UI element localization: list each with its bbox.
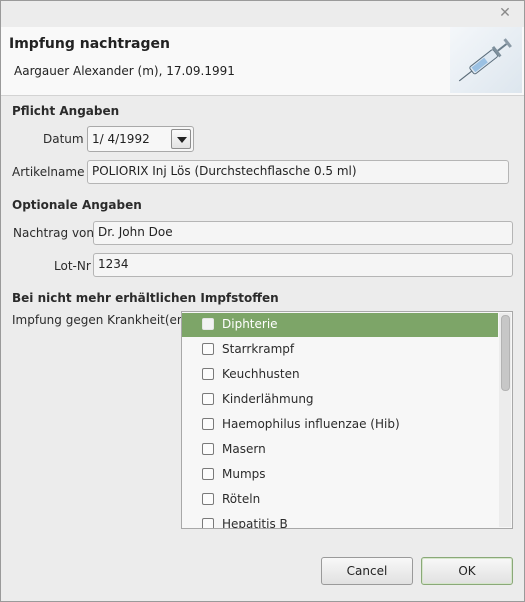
ok-button[interactable]: OK: [421, 557, 513, 585]
section-required-heading: Pflicht Angaben: [12, 104, 120, 118]
scroll-thumb[interactable]: [501, 315, 510, 391]
list-item[interactable]: Haemophilus influenzae (Hib): [182, 413, 498, 437]
dialog-header: Impfung nachtragen Aargauer Alexander (m…: [1, 27, 524, 96]
list-item[interactable]: Mumps: [182, 463, 498, 487]
list-item[interactable]: Diphterie: [182, 313, 498, 337]
checkbox[interactable]: [202, 418, 214, 430]
section-optional-heading: Optionale Angaben: [12, 198, 142, 212]
syringe-icon: [450, 27, 522, 93]
checkbox[interactable]: [202, 343, 214, 355]
page-title: Impfung nachtragen: [9, 36, 170, 52]
close-icon[interactable]: ✕: [498, 6, 512, 20]
title-bar: ✕: [1, 1, 524, 27]
list-item[interactable]: Masern: [182, 438, 498, 462]
checkbox[interactable]: [202, 468, 214, 480]
list-item[interactable]: Starrkrampf: [182, 338, 498, 362]
artikelname-label: Artikelname: [12, 165, 85, 179]
nachtrag-field[interactable]: Dr. John Doe: [93, 221, 513, 245]
impfung-dialog: ✕ Impfung nachtragen Aargauer Alexander …: [0, 0, 525, 602]
checkbox[interactable]: [202, 393, 214, 405]
lot-field[interactable]: 1234: [93, 253, 513, 277]
list-scrollbar[interactable]: [499, 313, 511, 527]
list-item[interactable]: Kinderlähmung: [182, 388, 498, 412]
list-item[interactable]: Keuchhusten: [182, 363, 498, 387]
cancel-button[interactable]: Cancel: [321, 557, 413, 585]
chevron-down-icon[interactable]: [171, 129, 191, 149]
datum-value: 1/ 4/1992: [92, 132, 150, 146]
list-item[interactable]: Hepatitis B: [182, 513, 498, 528]
nachtrag-label: Nachtrag von: [13, 226, 95, 240]
checkbox[interactable]: [202, 518, 214, 528]
checkbox[interactable]: [202, 443, 214, 455]
lot-label: Lot-Nr: [54, 259, 91, 273]
datum-combobox[interactable]: 1/ 4/1992: [87, 126, 194, 152]
checkbox[interactable]: [202, 368, 214, 380]
krankheit-label: Impfung gegen Krankheit(en): [12, 313, 190, 327]
list-item[interactable]: Röteln: [182, 488, 498, 512]
section-unavailable-heading: Bei nicht mehr erhältlichen Impfstoffen: [12, 291, 279, 305]
artikelname-field[interactable]: POLIORIX Inj Lös (Durchstechflasche 0.5 …: [87, 160, 509, 184]
checkbox[interactable]: [202, 318, 214, 330]
patient-info: Aargauer Alexander (m), 17.09.1991: [14, 64, 235, 78]
datum-label: Datum: [43, 132, 84, 146]
disease-list[interactable]: Diphterie Starrkrampf Keuchhusten Kinder…: [181, 311, 513, 529]
checkbox[interactable]: [202, 493, 214, 505]
